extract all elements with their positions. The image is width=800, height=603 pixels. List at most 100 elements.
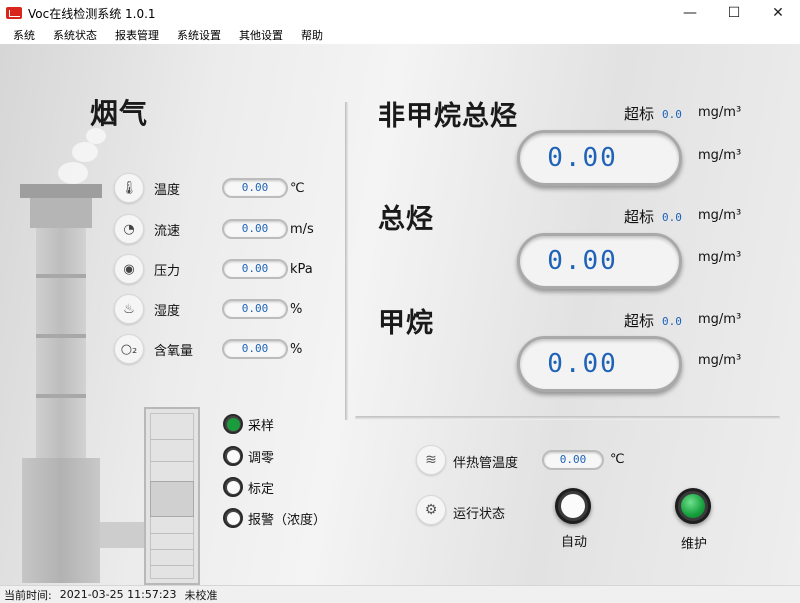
cabinet-shelf — [150, 533, 194, 534]
menu-other-settings[interactable]: 其他设置 — [230, 27, 292, 43]
menu-bar: 系统 系统状态 报表管理 系统设置 其他设置 帮助 — [0, 26, 800, 44]
vertical-divider — [345, 102, 349, 420]
heater-value: 0.00 — [542, 450, 604, 470]
heater-icon: ≋ — [416, 445, 446, 475]
param-flow-speed: ◔ 流速 0.00 m/s — [114, 214, 314, 244]
chimney-base — [22, 458, 100, 583]
param-label: 流速 — [154, 223, 181, 239]
gear-icon: ⚙ — [416, 495, 446, 525]
param-value: 0.00 — [222, 299, 288, 319]
menu-report-management[interactable]: 报表管理 — [106, 27, 168, 43]
horizontal-divider — [355, 416, 780, 420]
mode-alarm[interactable]: 报警（浓度） — [223, 507, 326, 529]
exceed-value: 0.0 — [662, 315, 682, 328]
param-value: 0.00 — [222, 178, 288, 198]
chimney-top — [30, 198, 92, 228]
humidity-icon: ♨ — [114, 294, 144, 324]
auto-status-light[interactable] — [555, 488, 591, 524]
smoke-puff — [58, 162, 88, 184]
window-controls: — ☐ ✕ — [668, 0, 800, 26]
current-time-label: 当前时间: — [4, 588, 52, 602]
unit-label: mg/m³ — [698, 250, 742, 265]
exceed-value: 0.0 — [662, 108, 682, 121]
menu-system[interactable]: 系统 — [4, 27, 44, 43]
mode-indicator[interactable] — [223, 477, 243, 497]
status-bar: 当前时间: 2021-03-25 11:57:23 未校准 — [0, 585, 800, 603]
mode-label: 调零 — [248, 450, 275, 466]
maintain-status-light[interactable] — [675, 488, 711, 524]
methane-title: 甲烷 — [378, 308, 434, 339]
minimize-button[interactable]: — — [668, 0, 712, 26]
analyzer-cabinet — [144, 407, 200, 585]
mode-calibration[interactable]: 标定 — [223, 476, 274, 498]
close-button[interactable]: ✕ — [756, 0, 800, 26]
menu-system-status[interactable]: 系统状态 — [44, 27, 106, 43]
exceed-label: 超标 — [624, 312, 655, 330]
mode-indicator[interactable] — [223, 446, 243, 466]
param-label: 温度 — [154, 182, 181, 198]
unit-label: mg/m³ — [698, 208, 742, 223]
cabinet-analyzer-unit — [150, 481, 194, 517]
thc-value-display: 0.00 — [517, 233, 682, 289]
calibration-status: 未校准 — [184, 588, 218, 602]
exceed-value: 0.0 — [662, 211, 682, 224]
flue-gas-title: 烟气 — [90, 97, 149, 130]
param-unit: % — [290, 341, 303, 357]
param-value: 0.00 — [222, 259, 288, 279]
param-label: 含氧量 — [154, 343, 194, 359]
run-state-label: 运行状态 — [453, 507, 506, 522]
current-time-value: 2021-03-25 11:57:23 — [59, 588, 177, 601]
chimney-cap — [20, 184, 102, 198]
unit-label: mg/m³ — [698, 353, 742, 368]
thermometer-icon: 🌡 — [114, 173, 144, 203]
cabinet-shelf — [150, 461, 194, 462]
mode-label: 报警（浓度） — [248, 512, 327, 528]
mode-label: 采样 — [248, 418, 275, 434]
unit-label: mg/m³ — [698, 105, 742, 120]
mode-sampling[interactable]: 采样 — [223, 413, 274, 435]
sampling-pipe — [100, 522, 146, 548]
mode-indicator[interactable] — [223, 508, 243, 528]
window-title: Voc在线检测系统 1.0.1 — [28, 6, 156, 21]
app-logo-icon — [6, 7, 22, 19]
heater-label: 伴热管温度 — [453, 456, 519, 471]
maximize-button[interactable]: ☐ — [712, 0, 756, 26]
chimney-band — [36, 274, 86, 278]
cabinet-shelf — [150, 565, 194, 566]
nmhc-title: 非甲烷总烃 — [378, 101, 518, 132]
param-value: 0.00 — [222, 339, 288, 359]
param-label: 湿度 — [154, 303, 181, 319]
chimney-band — [36, 334, 86, 338]
param-value: 0.00 — [222, 219, 288, 239]
heater-unit: ℃ — [610, 452, 625, 467]
main-panel: 烟气 🌡 温度 0.00 ℃ ◔ 流速 0.00 m/s ◉ 压力 0.00 k… — [0, 44, 800, 585]
nmhc-value-display: 0.00 — [517, 130, 682, 186]
pressure-icon: ◉ — [114, 254, 144, 284]
title-bar: Voc在线检测系统 1.0.1 — ☐ ✕ — [0, 0, 800, 26]
smoke-puff — [72, 142, 98, 162]
mode-label: 标定 — [248, 481, 275, 497]
param-unit: m/s — [290, 221, 314, 237]
param-pressure: ◉ 压力 0.00 kPa — [114, 254, 313, 284]
param-unit: ℃ — [290, 180, 305, 196]
menu-help[interactable]: 帮助 — [292, 27, 332, 43]
methane-value-display: 0.00 — [517, 336, 682, 392]
gauge-icon: ◔ — [114, 214, 144, 244]
auto-label: 自动 — [561, 535, 588, 550]
param-oxygen: ○₂ 含氧量 0.00 % — [114, 334, 302, 364]
menu-system-settings[interactable]: 系统设置 — [168, 27, 230, 43]
mode-zeroing[interactable]: 调零 — [223, 445, 274, 467]
maintain-label: 维护 — [681, 537, 708, 552]
smoke-puff — [86, 128, 106, 144]
param-unit: kPa — [290, 261, 313, 277]
exceed-label: 超标 — [624, 208, 655, 226]
unit-label: mg/m³ — [698, 312, 742, 327]
thc-title: 总烃 — [378, 204, 434, 235]
param-temperature: 🌡 温度 0.00 ℃ — [114, 173, 305, 203]
param-humidity: ♨ 湿度 0.00 % — [114, 294, 302, 324]
mode-indicator[interactable] — [223, 414, 243, 434]
oxygen-icon: ○₂ — [114, 334, 144, 364]
param-unit: % — [290, 301, 303, 317]
unit-label: mg/m³ — [698, 148, 742, 163]
cabinet-shelf — [150, 549, 194, 550]
